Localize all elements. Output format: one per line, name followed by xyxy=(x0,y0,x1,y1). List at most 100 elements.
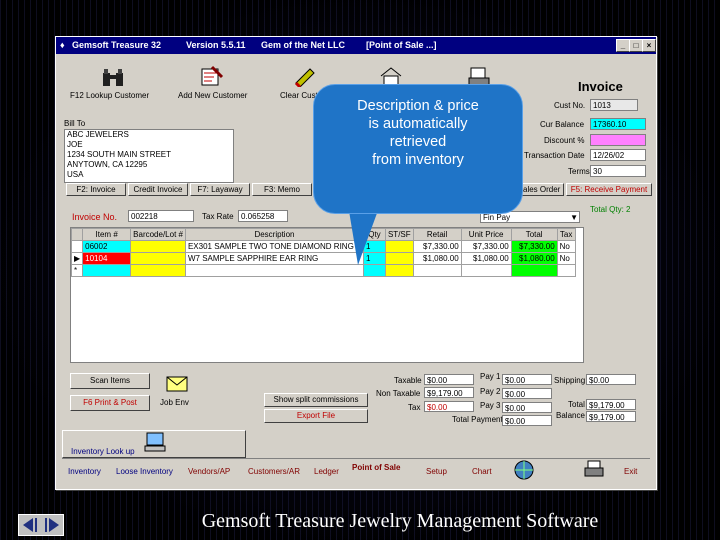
export-file-button[interactable]: Export File xyxy=(264,409,368,423)
tax-rate-field[interactable]: 0.065258 xyxy=(238,210,288,222)
nav-vendors[interactable]: Vendors/AP xyxy=(188,467,230,476)
balance-field: $9,179.00 xyxy=(586,411,636,422)
row-selector-new-icon[interactable]: * xyxy=(70,264,84,277)
table-row-empty[interactable]: * xyxy=(70,264,576,277)
envelope-icon[interactable] xyxy=(164,373,190,395)
description-cell[interactable]: EX301 SAMPLE TWO TONE DIAMOND RING xyxy=(184,240,364,253)
total-cell[interactable]: $7,330.00 xyxy=(510,240,558,253)
discount-field[interactable] xyxy=(590,134,646,146)
total-payment-field: $0.00 xyxy=(502,415,552,426)
slide-arrows-icon[interactable] xyxy=(19,515,63,535)
column-header: Item # xyxy=(82,228,132,241)
slide-nav[interactable] xyxy=(18,514,64,536)
pay1-field[interactable]: $0.00 xyxy=(502,374,552,385)
job-env-button[interactable]: Job Env xyxy=(160,398,189,407)
minimize-icon[interactable]: _ xyxy=(616,39,630,52)
barcode-cell[interactable] xyxy=(130,240,186,253)
pay2-field[interactable]: $0.00 xyxy=(502,388,552,399)
title-bar: ♦ Gemsoft Treasure 32 Version 5.5.11 Gem… xyxy=(56,37,656,54)
description-cell[interactable] xyxy=(184,264,364,277)
app-version: Version 5.5.11 xyxy=(186,40,246,50)
bill-to-line: JOE xyxy=(67,140,83,149)
total-cell[interactable] xyxy=(510,264,558,277)
column-header: Unit Price xyxy=(460,228,512,241)
callout-pointer xyxy=(348,205,380,265)
bill-to-line: USA xyxy=(67,170,84,179)
unit-price-cell[interactable]: $7,330.00 xyxy=(460,240,512,253)
barcode-cell[interactable] xyxy=(130,264,186,277)
binoculars-icon[interactable] xyxy=(100,67,126,89)
eraser-icon[interactable] xyxy=(292,65,318,87)
nav-exit[interactable]: Exit xyxy=(624,467,637,476)
tax-rate-label: Tax Rate xyxy=(202,212,234,221)
total-cell[interactable]: $1,080.00 xyxy=(510,252,558,265)
bill-to-box[interactable]: ABC JEWELERS JOE 1234 SOUTH MAIN STREET … xyxy=(64,129,234,183)
chevron-down-icon[interactable]: ▼ xyxy=(570,212,578,222)
row-selector-arrow-icon[interactable]: ▶ xyxy=(70,252,84,265)
bottom-nav: Inventory Loose Inventory Vendors/AP Cus… xyxy=(62,458,650,483)
item-cell[interactable]: 10104 xyxy=(82,252,132,265)
maximize-icon[interactable]: □ xyxy=(629,39,643,52)
unit-price-cell[interactable] xyxy=(460,264,512,277)
tab-memo[interactable]: F3: Memo xyxy=(252,183,312,196)
lookup-customer-button[interactable]: F12 Lookup Customer xyxy=(70,91,149,100)
nav-customers[interactable]: Customers/AR xyxy=(248,467,300,476)
add-customer-icon[interactable] xyxy=(198,65,224,87)
tax-cell[interactable] xyxy=(556,264,576,277)
nav-loose-inventory[interactable]: Loose Inventory xyxy=(116,467,173,476)
globe-icon[interactable] xyxy=(512,459,536,481)
scan-items-button[interactable]: Scan Items xyxy=(70,373,150,389)
tab-invoice[interactable]: F2: Invoice xyxy=(66,183,126,196)
row-selector[interactable] xyxy=(70,240,84,253)
table-row[interactable]: ▶ 10104 W7 SAMPLE SAPPHIRE EAR RING 1 $1… xyxy=(70,252,576,265)
callout-line: from inventory xyxy=(372,152,464,168)
nav-point-of-sale[interactable]: Point of Sale xyxy=(352,463,400,472)
tax-cell[interactable]: No xyxy=(556,240,576,253)
add-customer-button[interactable]: Add New Customer xyxy=(178,91,247,100)
cust-no-field[interactable]: 1013 xyxy=(590,99,638,111)
print-post-button[interactable]: F6 Print & Post xyxy=(70,395,150,411)
retail-cell[interactable] xyxy=(412,264,462,277)
taxable-label: Taxable xyxy=(394,376,422,385)
invoice-no-field[interactable]: 002218 xyxy=(128,210,194,222)
barcode-cell[interactable] xyxy=(130,252,186,265)
tab-layaway[interactable]: F7: Layaway xyxy=(190,183,250,196)
total-label: Total xyxy=(568,400,585,409)
show-split-button[interactable]: Show split commissions xyxy=(264,393,368,407)
total-qty: Total Qty: 2 xyxy=(590,205,631,214)
item-cell[interactable]: 06002 xyxy=(82,240,132,253)
printer-icon[interactable] xyxy=(582,459,606,481)
payment-select-value: Fin Pay xyxy=(483,213,511,222)
invoice-title: Invoice xyxy=(578,79,623,94)
nav-chart[interactable]: Chart xyxy=(472,467,492,476)
pay3-field[interactable]: $0.00 xyxy=(502,402,552,413)
inventory-lookup-label: Inventory Look up xyxy=(71,447,135,456)
pay1-label: Pay 1 xyxy=(480,372,501,381)
nav-setup[interactable]: Setup xyxy=(426,467,447,476)
nav-inventory[interactable]: Inventory xyxy=(68,467,101,476)
retail-cell[interactable]: $1,080.00 xyxy=(412,252,462,265)
item-cell[interactable] xyxy=(82,264,132,277)
tax-cell[interactable]: No xyxy=(556,252,576,265)
shipping-label: Shipping xyxy=(554,376,586,385)
inventory-lookup-panel[interactable]: Inventory Look up xyxy=(62,430,246,458)
table-row[interactable]: 06002 EX301 SAMPLE TWO TONE DIAMOND RING… xyxy=(70,240,576,253)
retail-cell[interactable]: $7,330.00 xyxy=(412,240,462,253)
terms-field[interactable]: 30 xyxy=(590,165,646,177)
column-header: Tax xyxy=(556,228,576,241)
column-header: Total xyxy=(510,228,558,241)
close-icon[interactable]: × xyxy=(642,39,656,52)
tab-receive-payment[interactable]: F5: Receive Payment xyxy=(566,183,652,196)
row-selector-header xyxy=(70,228,84,241)
column-header: Description xyxy=(184,228,364,241)
unit-price-cell[interactable]: $1,080.00 xyxy=(460,252,512,265)
transaction-date-label: Transaction Date xyxy=(524,151,585,160)
invoice-no-label: Invoice No. xyxy=(72,212,118,222)
description-cell[interactable]: W7 SAMPLE SAPPHIRE EAR RING xyxy=(184,252,364,265)
transaction-date-field[interactable]: 12/26/02 xyxy=(590,149,646,161)
nav-ledger[interactable]: Ledger xyxy=(314,467,339,476)
shipping-field[interactable]: $0.00 xyxy=(586,374,636,385)
nontaxable-field: $9,179.00 xyxy=(424,387,474,398)
tab-credit-invoice[interactable]: Credit Invoice xyxy=(128,183,188,196)
bill-to-line: 1234 SOUTH MAIN STREET xyxy=(67,150,172,159)
